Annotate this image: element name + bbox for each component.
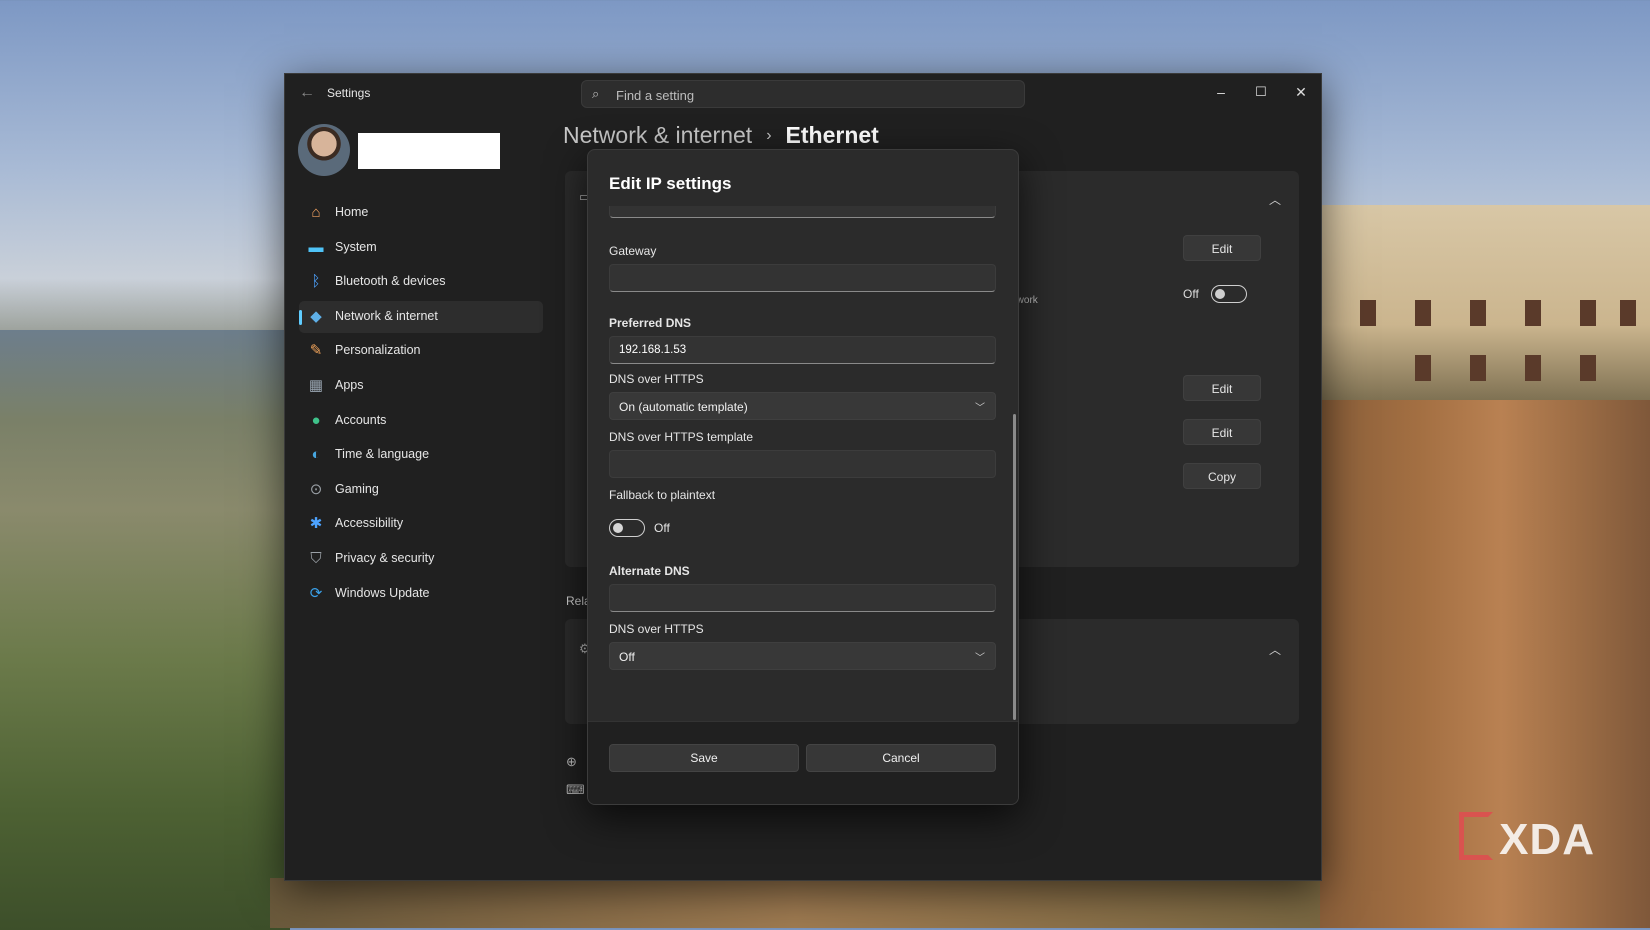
sidebar-item-label: Accounts [335,412,387,427]
gateway-input[interactable] [609,264,996,292]
alternate-dns-input[interactable] [609,584,996,612]
breadcrumb: Network & internet › Ethernet [563,122,879,149]
metered-connection-toggle[interactable] [1211,285,1247,303]
sidebar-item-label: System [335,239,377,254]
edit-ip-assignment-button[interactable]: Edit [1183,375,1261,401]
breadcrumb-parent[interactable]: Network & internet [563,122,752,148]
shield-icon: ⛉ [310,549,322,567]
doh-template-label: DNS over HTTPS template [609,430,754,444]
accessibility-icon: ✱ [309,515,323,533]
doh-label: DNS over HTTPS [609,372,704,386]
breadcrumb-separator: › [766,127,772,144]
close-button[interactable]: ✕ [1283,78,1319,106]
sidebar-item-label: Home [335,205,369,219]
sidebar-item-gaming[interactable]: ⊙ Gaming [299,474,543,506]
sidebar-item-accounts[interactable]: ● Accounts [299,405,543,437]
search-box[interactable]: ⌕ [581,80,1025,109]
title-bar: ← Settings ⌕ – ☐ ✕ [285,74,1321,114]
maximize-button[interactable]: ☐ [1243,78,1279,106]
sidebar-item-label: Network & internet [335,308,438,323]
apps-icon: ▦ [308,376,324,394]
metered-toggle-state: Off [1183,287,1199,301]
save-button[interactable]: Save [609,744,799,772]
fallback-label: Fallback to plaintext [609,488,716,502]
page-title: Ethernet [785,122,879,148]
search-icon: ⌕ [592,86,600,101]
preferred-dns-label: Preferred DNS [609,316,692,330]
gamepad-icon: ⊙ [309,480,323,498]
alt-doh-dropdown[interactable]: Off ﹀ [609,642,996,670]
redacted-username [358,133,500,169]
sidebar-item-accessibility[interactable]: ✱ Accessibility [299,508,543,540]
feedback-icon[interactable]: ⌨ [566,782,585,798]
sidebar-item-label: Apps [335,377,364,392]
fallback-state: Off [654,521,670,535]
alt-doh-selected-value: Off [619,650,635,664]
xda-logo-icon [1459,812,1494,860]
preferred-dns-input[interactable] [609,336,996,364]
background-hills [0,330,290,930]
gateway-label: Gateway [609,244,657,258]
back-arrow-icon[interactable]: ← [299,84,315,102]
doh-dropdown[interactable]: On (automatic template) ﹀ [609,392,996,420]
copy-button[interactable]: Copy [1183,463,1261,489]
sidebar-item-system[interactable]: ▬ System [299,232,543,264]
sidebar-item-bluetooth-devices[interactable]: ᛒ Bluetooth & devices [299,266,543,298]
alt-doh-label: DNS over HTTPS [609,622,704,636]
globe-icon: ◐ [311,446,321,464]
sidebar-item-privacy-security[interactable]: ⛉ Privacy & security [299,543,543,575]
chevron-up-icon[interactable]: ︿ [1269,191,1281,208]
search-input[interactable] [614,81,1018,109]
fallback-toggle[interactable] [609,519,645,537]
sidebar-item-label: Personalization [335,343,421,358]
dialog-body: Gateway Preferred DNS DNS over HTTPS On … [588,206,1018,730]
sidebar-item-home[interactable]: ⌂ Home [299,197,543,229]
dialog-title: Edit IP settings [609,174,732,193]
edit-ip-settings-dialog: Edit IP settings Gateway Preferred DNS D… [587,149,1019,805]
minimize-button[interactable]: – [1203,78,1239,106]
sidebar-item-apps[interactable]: ▦ Apps [299,370,543,402]
edit-dns-button[interactable]: Edit [1183,419,1261,445]
xda-watermark: XDA [1459,812,1595,865]
update-icon: ⟳ [309,584,323,602]
sidebar-item-personalization[interactable]: ✎ Personalization [299,335,543,367]
app-title: Settings [327,86,371,100]
previous-field-input[interactable] [609,206,996,218]
system-icon: ▬ [308,238,324,256]
doh-selected-value: On (automatic template) [619,400,748,414]
chevron-down-icon: ﹀ [975,653,985,664]
avatar[interactable] [298,124,350,176]
background-rocks [270,878,1320,928]
sidebar-item-label: Time & language [335,447,430,462]
network-icon: ◆ [310,307,322,325]
sidebar-nav: ⌂ Home ▬ System ᛒ Bluetooth & devices ◆ Network… [299,197,543,612]
cancel-button[interactable]: Cancel [806,744,996,772]
sidebar-item-label: Windows Update [335,585,430,600]
sidebar-item-label: Accessibility [335,516,404,531]
edit-button[interactable]: Edit [1183,235,1261,261]
home-icon: ⌂ [311,204,321,221]
sidebar-item-label: Bluetooth & devices [335,274,446,289]
sidebar-item-label: Gaming [335,481,379,496]
chevron-down-icon: ﹀ [975,403,985,414]
background-building [1320,205,1650,405]
sidebar-item-windows-update[interactable]: ⟳ Windows Update [299,578,543,610]
doh-template-input[interactable] [609,450,996,478]
dialog-footer: Save Cancel [588,721,1018,804]
get-help-icon[interactable]: ⊕ [566,754,577,770]
sidebar-item-label: Privacy & security [335,550,435,565]
dialog-scrollbar[interactable] [1013,414,1016,720]
brush-icon: ✎ [309,342,323,360]
bluetooth-icon: ᛒ [311,273,321,291]
accounts-icon: ● [311,411,321,429]
sidebar-item-time-language[interactable]: ◐ Time & language [299,439,543,471]
chevron-up-icon[interactable]: ︿ [1269,641,1281,658]
sidebar-item-network-internet[interactable]: ◆ Network & internet [299,300,543,333]
alternate-dns-label: Alternate DNS [609,564,690,578]
